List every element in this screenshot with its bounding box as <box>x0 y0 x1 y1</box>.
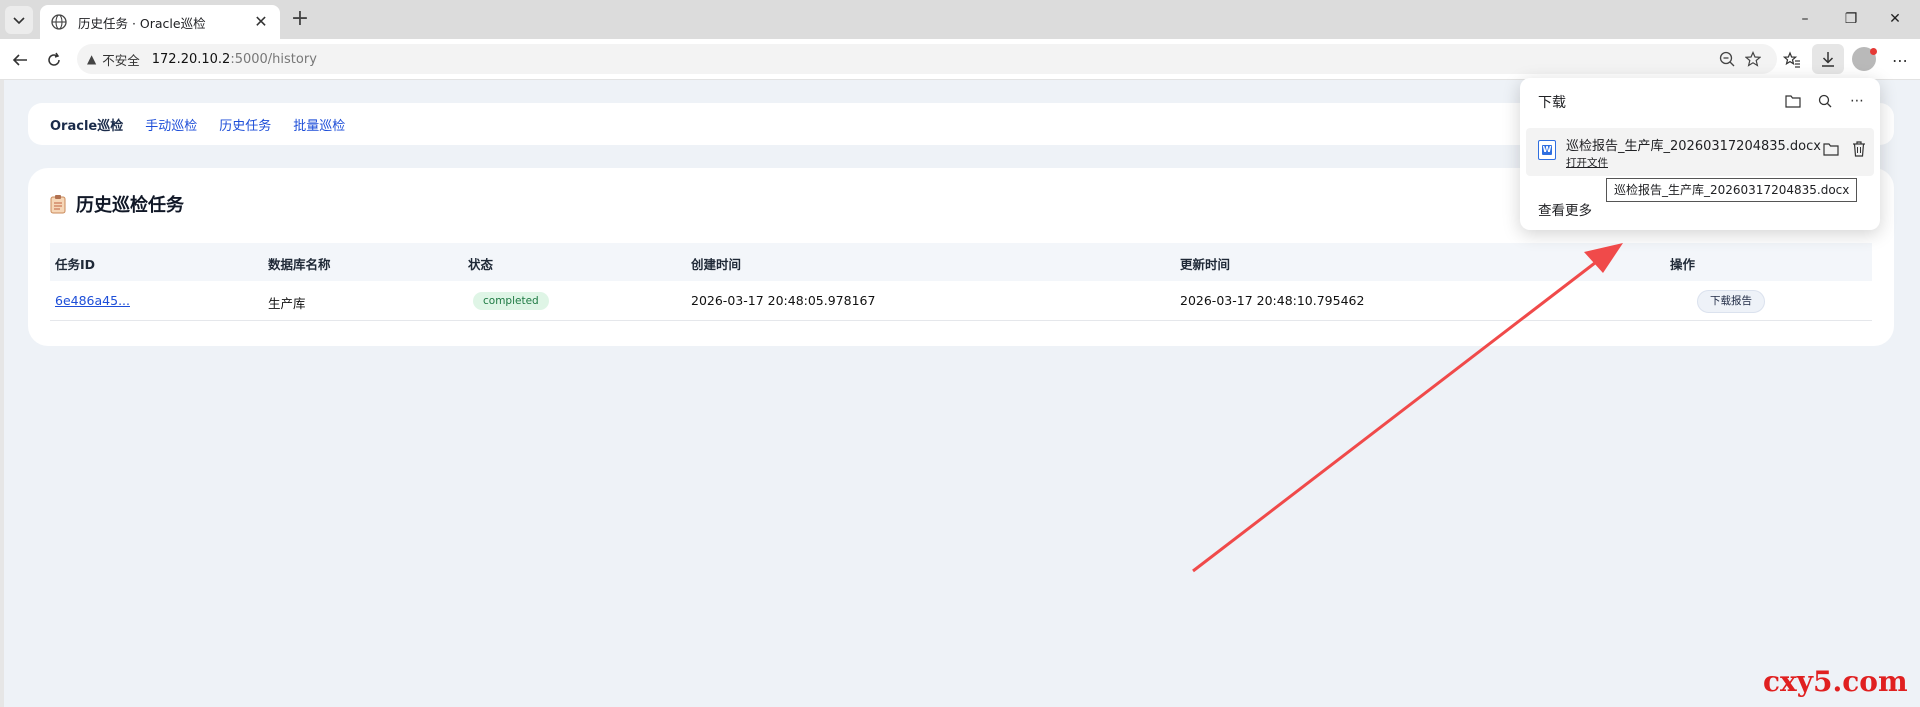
favorite-button[interactable] <box>1741 47 1765 71</box>
new-tab-button[interactable]: + <box>288 8 312 32</box>
downloads-button[interactable] <box>1812 44 1844 74</box>
column-header: 操作 <box>1670 257 1696 272</box>
tab-title: 历史任务 · Oracle巡检 <box>78 15 206 31</box>
chevron-down-icon <box>13 17 25 25</box>
favorites-button[interactable] <box>1780 48 1804 72</box>
trash-icon <box>1853 141 1865 157</box>
folder-icon <box>1785 95 1801 108</box>
tab-strip: 历史任务 · Oracle巡检 ✕ + – ❐ ✕ <box>0 0 1920 39</box>
zoom-out-icon <box>1719 51 1735 67</box>
url-host: 172.20.10.2 <box>151 51 231 67</box>
open-file-link[interactable]: 打开文件 <box>1566 155 1608 170</box>
active-tab[interactable]: 历史任务 · Oracle巡检 ✕ <box>40 5 280 39</box>
address-bar[interactable]: ▲ 不安全 172.20.10.2:5000/history <box>77 44 1777 74</box>
url-path: :5000/history <box>230 51 317 67</box>
downloads-title: 下载 <box>1538 95 1566 111</box>
watermark-text: cxy5.com <box>1763 665 1908 698</box>
download-file-name: 巡检报告_生产库_20260317204835.docx <box>1566 139 1821 154</box>
close-tab-icon[interactable]: ✕ <box>252 13 270 31</box>
browser-toolbar: ▲ 不安全 172.20.10.2:5000/history ⋯ <box>0 39 1920 80</box>
reload-button[interactable] <box>42 48 66 72</box>
download-report-button[interactable]: 下载报告 <box>1697 290 1765 313</box>
nav-brand[interactable]: Oracle巡检 <box>50 115 123 134</box>
folder-icon <box>1823 143 1839 156</box>
downloads-more-button[interactable]: ⋯ <box>1846 90 1868 112</box>
delete-download-button[interactable] <box>1848 138 1870 160</box>
downloads-flyout: 下载 ⋯ W 巡检报告_生产库_20260317204835.docx 打开文件… <box>1520 78 1880 230</box>
warning-icon: ▲ <box>87 52 97 66</box>
arrow-left-icon <box>12 54 27 66</box>
column-header: 状态 <box>468 257 494 272</box>
security-label: 不安全 <box>102 52 140 68</box>
column-header: 任务ID <box>55 257 96 272</box>
minimize-button[interactable]: – <box>1790 8 1820 30</box>
notification-dot <box>1870 48 1877 55</box>
globe-icon <box>51 14 67 30</box>
see-more-link[interactable]: 查看更多 <box>1538 199 1592 219</box>
show-in-folder-button[interactable] <box>1820 138 1842 160</box>
word-file-icon: W <box>1538 140 1556 160</box>
favorites-list-icon <box>1783 51 1800 68</box>
nav-link-batch[interactable]: 批量巡检 <box>293 115 345 134</box>
table-header: 任务ID 数据库名称 状态 创建时间 更新时间 操作 <box>50 243 1872 281</box>
search-icon <box>1818 94 1832 108</box>
nav-link-history[interactable]: 历史任务 <box>219 115 271 134</box>
back-button[interactable] <box>8 48 32 72</box>
more-icon: ⋯ <box>1850 93 1864 109</box>
updated-time-cell: 2026-03-17 20:48:10.795462 <box>1180 293 1365 308</box>
clipboard-icon <box>50 195 66 214</box>
nav-link-manual[interactable]: 手动巡检 <box>145 115 197 134</box>
task-id-link[interactable]: 6e486a45... <box>55 293 130 308</box>
download-icon <box>1822 52 1834 67</box>
table-row: 6e486a45... 生产库 completed 2026-03-17 20:… <box>50 281 1872 321</box>
open-downloads-folder-button[interactable] <box>1782 90 1804 112</box>
status-badge: completed <box>473 292 549 310</box>
created-time-cell: 2026-03-17 20:48:05.978167 <box>691 293 876 308</box>
zoom-button[interactable] <box>1715 47 1739 71</box>
star-icon <box>1745 51 1761 67</box>
column-header: 数据库名称 <box>268 257 331 272</box>
page-title-text: 历史巡检任务 <box>76 195 184 216</box>
column-header: 创建时间 <box>691 257 742 272</box>
reload-icon <box>48 52 60 66</box>
tab-list-button[interactable] <box>5 6 33 34</box>
restore-button[interactable]: ❐ <box>1836 8 1866 30</box>
column-header: 更新时间 <box>1180 257 1231 272</box>
download-item[interactable]: W 巡检报告_生产库_20260317204835.docx 打开文件 <box>1526 128 1874 176</box>
search-downloads-button[interactable] <box>1814 90 1836 112</box>
close-window-button[interactable]: ✕ <box>1880 8 1910 30</box>
more-icon: ⋯ <box>1892 50 1908 70</box>
db-name-cell: 生产库 <box>268 296 306 311</box>
file-name-tooltip: 巡检报告_生产库_20260317204835.docx <box>1606 178 1858 202</box>
page-title: 历史巡检任务 <box>50 191 184 217</box>
settings-menu-button[interactable]: ⋯ <box>1888 48 1912 72</box>
page-edge <box>0 80 4 707</box>
